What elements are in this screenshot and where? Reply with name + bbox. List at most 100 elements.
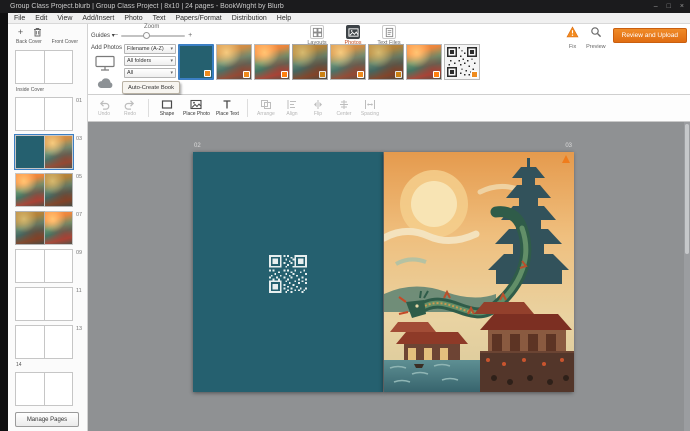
menu-text[interactable]: Text [153,15,166,22]
cloud-icon [97,78,113,88]
place-text-button[interactable]: Place Text [214,98,241,118]
photo-thumbnail[interactable] [368,44,404,80]
page-number: 09 [76,250,83,256]
page-number: 14 [16,362,22,368]
window-close-button[interactable]: × [680,3,684,10]
sidebar-spread-10-11[interactable]: 11 [15,287,82,321]
usage-badge [281,71,288,78]
menubar: File Edit View Add/Insert Photo Text Pap… [8,13,690,24]
delete-page-icon[interactable] [32,27,43,38]
chevron-down-icon: ▾ [170,58,173,64]
page-thumbnail [15,325,45,359]
zoom-slider: − + [114,32,192,39]
window-title: Group Class Project.blurb | Group Class … [10,3,284,10]
place-photo-button[interactable]: Place Photo [181,98,212,118]
menu-distribution[interactable]: Distribution [232,15,267,22]
left-page-number: 02 [194,143,201,149]
sidebar-spread-12-13[interactable]: 13 [15,325,82,359]
page-thumbnail [15,249,45,283]
menu-add-insert[interactable]: Add/Insert [82,15,114,22]
qr-code-image[interactable] [269,255,307,293]
top-panel: Guides ▾ Zoom − + Add Photos + [88,24,690,95]
front-cover-label: Front Cover [51,39,78,45]
folders-select[interactable]: All folders ▾ [124,56,176,66]
canvas-scrollbar[interactable] [684,122,690,431]
window-minimize-button[interactable]: – [654,3,658,10]
import-from-computer-button[interactable] [94,55,116,72]
guides-dropdown[interactable]: Guides ▾ [91,32,115,39]
scrollbar-thumb[interactable] [685,124,689,254]
menu-edit[interactable]: Edit [35,15,47,22]
window-maximize-button[interactable]: □ [667,3,671,10]
page-thumbnail [44,135,73,169]
tab-text-files[interactable]: Text Files [374,24,404,46]
sidebar-spread-02-03[interactable]: 03 [14,134,82,170]
menu-view[interactable]: View [57,15,72,22]
zoom-in-icon[interactable]: + [188,32,192,39]
tab-photos[interactable]: Photos [338,24,368,46]
fix-warnings-button[interactable]: Fix [566,25,579,50]
toolbar-separator [148,99,149,117]
sidebar-spread-08-09[interactable]: 09 [15,249,82,283]
sort-select[interactable]: Filename (A-Z) ▾ [124,44,176,54]
spread-canvas[interactable]: 02 03 [88,122,690,431]
page-thumbnail [15,287,45,321]
auto-create-book-button[interactable]: Auto-Create Book [122,81,180,94]
manage-pages-button[interactable]: Manage Pages [15,412,79,427]
page-thumbnail [15,173,45,207]
usage-badge [319,71,326,78]
zoom-out-icon[interactable]: − [114,32,118,39]
filter-select[interactable]: All ▾ [124,68,176,78]
page-02[interactable] [193,152,383,392]
flip-button[interactable]: Flip [306,98,330,118]
photo-thumbnail[interactable] [216,44,252,80]
zoom-track[interactable] [121,32,186,39]
text-file-icon [385,27,393,37]
sidebar-spread-06-07[interactable]: 07 [15,211,82,245]
tab-layouts[interactable]: Layouts [302,24,332,46]
zoom-knob[interactable] [143,32,151,39]
page-03[interactable] [380,152,574,392]
sidebar-spread-04-05[interactable]: 05 [15,173,82,207]
chevron-down-icon: ▾ [170,70,173,76]
align-button[interactable]: Align [280,98,304,118]
center-button[interactable]: Center [332,98,356,118]
photo-thumbnail[interactable] [330,44,366,80]
spacing-button[interactable]: Spacing [358,98,382,118]
menu-papers-format[interactable]: Papers/Format [175,15,221,22]
import-from-cloud-button[interactable] [96,76,114,88]
preview-button[interactable]: Preview [586,25,606,50]
usage-badge [357,71,364,78]
shape-button[interactable]: Shape [155,98,179,118]
usage-badge [395,71,402,78]
warning-triangle-icon[interactable] [562,155,570,163]
sidebar-spread-inside-01[interactable]: 01 [15,97,82,131]
photo-thumbnail-selected[interactable] [178,44,214,80]
review-and-upload-button[interactable]: Review and Upload [612,28,687,43]
titlebar: Group Class Project.blurb | Group Class … [0,0,690,13]
arrange-button[interactable]: Arrange [254,98,278,118]
sidebar-spread-covers[interactable] [15,50,73,84]
photo-thumbnail[interactable] [254,44,290,80]
redo-button[interactable]: Redo [118,98,142,118]
undo-button[interactable]: Undo [92,98,116,118]
dragon-artwork-image [380,152,574,392]
menu-file[interactable]: File [14,15,25,22]
page-number: 11 [76,288,82,294]
menu-photo[interactable]: Photo [124,15,142,22]
add-page-icon[interactable]: + [15,27,26,38]
page-thumbnail [44,372,73,406]
page-thumbnail [44,211,73,245]
photo-thumbnail[interactable] [292,44,328,80]
sidebar-spread-14[interactable] [15,372,73,406]
right-page-number: 03 [565,143,572,149]
back-cover-label: Back Cover [16,39,42,45]
page-number: 07 [76,212,83,218]
menu-help[interactable]: Help [277,15,291,22]
usage-badge [243,71,250,78]
source-tabs: Layouts Photos Text Files [302,24,404,46]
inside-cover-label: Inside Cover [16,87,45,93]
photo-thumbnail-qr[interactable] [444,44,480,80]
photo-thumbnail[interactable] [406,44,442,80]
usage-badge [471,71,478,78]
